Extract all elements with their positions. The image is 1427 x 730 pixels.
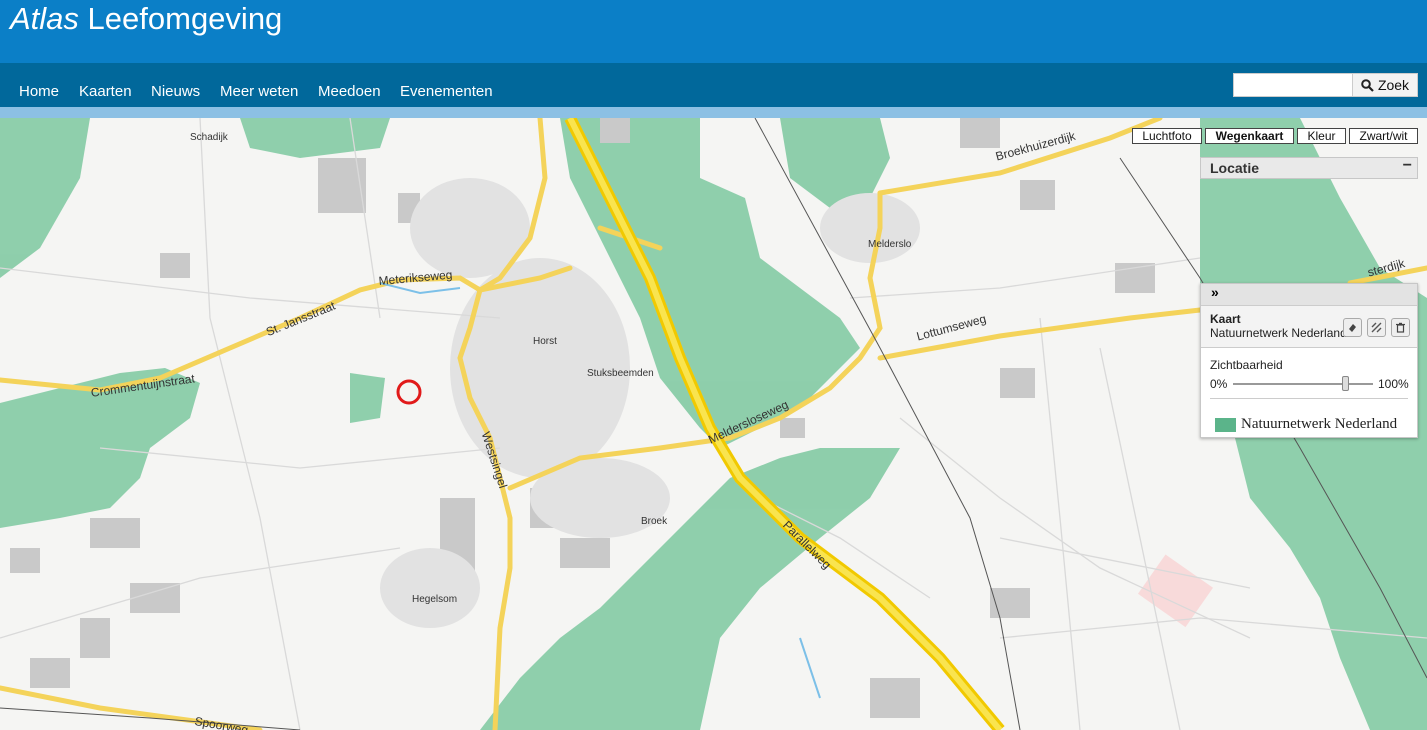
search-button-label: Zoek: [1377, 77, 1410, 93]
layer-panel-toggle[interactable]: »: [1201, 284, 1417, 306]
app-logo[interactable]: Atlas Leefomgeving: [10, 1, 282, 37]
opacity-label: Zichtbaarheid: [1210, 358, 1283, 372]
locatie-collapse-button[interactable]: −: [1403, 157, 1412, 175]
map-type-wegenkaart[interactable]: Wegenkaart: [1205, 128, 1294, 144]
header-bar: Atlas Leefomgeving: [0, 0, 1427, 63]
nav-meedoen[interactable]: Meedoen: [318, 83, 381, 100]
nav-meer-weten[interactable]: Meer weten: [220, 83, 298, 100]
label-horst: Horst: [533, 336, 557, 347]
search-icon: [1361, 78, 1374, 92]
layer-panel: » Kaart Natuurnetwerk Nederland Zichtbaa…: [1200, 283, 1418, 438]
nav-home[interactable]: Home: [19, 83, 59, 100]
eraser-icon[interactable]: [1343, 318, 1362, 337]
legend-divider: [1210, 398, 1408, 399]
nav-evenementen[interactable]: Evenementen: [400, 83, 493, 100]
logo-leefomgeving: Leefomgeving: [87, 1, 283, 36]
opacity-min-label: 0%: [1210, 377, 1228, 391]
locatie-title: Locatie: [1210, 160, 1260, 176]
map-type-zwart-wit[interactable]: Zwart/wit: [1349, 128, 1418, 144]
legend-label: Natuurnetwerk Nederland: [1241, 416, 1398, 432]
main-nav: [0, 63, 1427, 107]
label-broek: Broek: [641, 516, 668, 527]
header-divider: [0, 107, 1427, 118]
opacity-max-label: 100%: [1378, 377, 1409, 391]
label-melderslo: Melderslo: [868, 239, 912, 250]
nav-nieuws[interactable]: Nieuws: [151, 83, 200, 100]
compare-icon[interactable]: [1367, 318, 1386, 337]
opacity-slider-thumb[interactable]: [1341, 376, 1349, 391]
label-hegelsom: Hegelsom: [412, 594, 458, 605]
logo-atlas: Atlas: [10, 1, 79, 36]
label-stuksbeemden: Stuksbeemden: [587, 368, 654, 379]
layer-header: Kaart Natuurnetwerk Nederland: [1201, 306, 1417, 348]
label-schadijk: Schadijk: [190, 132, 228, 143]
search-button[interactable]: Zoek: [1352, 73, 1418, 97]
locatie-panel: Locatie −: [1200, 157, 1418, 179]
map-type-luchtfoto[interactable]: Luchtfoto: [1132, 128, 1202, 144]
search-input[interactable]: [1233, 73, 1353, 97]
nav-kaarten[interactable]: Kaarten: [79, 83, 132, 100]
layer-name: Natuurnetwerk Nederland: [1210, 326, 1347, 340]
layer-title: Kaart: [1210, 312, 1241, 326]
legend-swatch: [1215, 418, 1236, 432]
opacity-slider-track[interactable]: [1233, 383, 1373, 385]
trash-icon[interactable]: [1391, 318, 1410, 337]
map-type-kleur[interactable]: Kleur: [1297, 128, 1346, 144]
